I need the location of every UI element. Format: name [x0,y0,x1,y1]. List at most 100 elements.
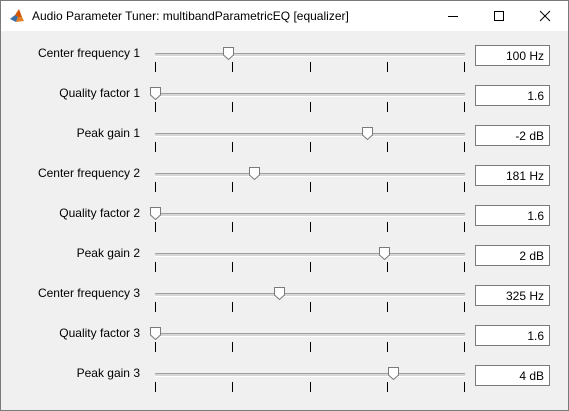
slider-thumb[interactable] [223,47,234,61]
slider-tick [464,222,465,232]
parameter-value-field[interactable]: 4 dB [475,365,550,386]
parameter-value-field[interactable]: -2 dB [475,125,550,146]
title-bar[interactable]: Audio Parameter Tuner: multibandParametr… [1,1,568,31]
slider-tick [387,342,388,352]
slider-thumb[interactable] [379,247,390,261]
slider-tick [232,302,233,312]
slider-tick [232,102,233,112]
slider-tick [464,342,465,352]
slider-tick [464,382,465,392]
slider-tick [310,382,311,392]
parameter-row: Center frequency 2 181 Hz [1,156,568,196]
maximize-button[interactable] [476,1,522,31]
parameter-row: Quality factor 3 1.6 [1,316,568,356]
parameter-label: Center frequency 3 [37,286,140,300]
slider-tick [464,142,465,152]
parameter-label: Peak gain 1 [76,126,140,140]
slider-tick [232,182,233,192]
slider-tick [387,182,388,192]
slider-tick [155,262,156,272]
parameter-label: Center frequency 1 [37,46,140,60]
slider-track[interactable] [155,373,465,377]
minimize-button[interactable] [430,1,476,31]
maximize-icon [493,10,505,22]
slider-tick [464,102,465,112]
parameter-label: Quality factor 2 [59,206,140,220]
parameter-label: Quality factor 3 [59,326,140,340]
parameter-row: Peak gain 3 4 dB [1,356,568,396]
parameter-panel: Center frequency 1 100 Hz Quality factor 1… [1,31,568,410]
parameter-value-field[interactable]: 1.6 [475,85,550,106]
close-icon [539,10,551,22]
parameter-value-field[interactable]: 1.6 [475,325,550,346]
parameter-label: Peak gain 3 [76,366,140,380]
slider-track[interactable] [155,173,465,177]
parameter-value-field[interactable]: 100 Hz [475,45,550,66]
parameter-row: Center frequency 1 100 Hz [1,36,568,76]
slider-track[interactable] [155,133,465,137]
slider-tick [464,302,465,312]
slider-tick [232,382,233,392]
parameter-label: Peak gain 2 [76,246,140,260]
slider-tick [310,262,311,272]
slider-tick [464,62,465,72]
parameter-value-field[interactable]: 2 dB [475,245,550,266]
slider-tick [155,342,156,352]
slider-tick [310,62,311,72]
slider-tick [387,262,388,272]
parameter-slider[interactable] [155,362,465,392]
slider-tick [310,182,311,192]
slider-tick [232,342,233,352]
slider-tick [310,302,311,312]
parameter-label: Center frequency 2 [37,166,140,180]
parameter-value-field[interactable]: 181 Hz [475,165,550,186]
parameter-slider[interactable] [155,122,465,152]
slider-track[interactable] [155,293,465,297]
slider-thumb[interactable] [150,87,161,101]
parameter-row: Peak gain 2 2 dB [1,236,568,276]
parameter-slider[interactable] [150,322,465,352]
parameter-slider[interactable] [150,202,465,232]
slider-thumb[interactable] [150,207,161,221]
parameter-slider[interactable] [150,82,465,112]
slider-track[interactable] [155,93,465,97]
slider-thumb[interactable] [274,287,285,301]
slider-tick [155,382,156,392]
slider-tick [155,222,156,232]
slider-tick [155,182,156,192]
slider-thumb[interactable] [362,127,373,141]
parameter-row: Center frequency 3 325 Hz [1,276,568,316]
app-window: Audio Parameter Tuner: multibandParametr… [0,0,569,411]
slider-tick [232,222,233,232]
slider-track[interactable] [155,253,465,257]
parameter-value-field[interactable]: 325 Hz [475,285,550,306]
slider-tick [387,142,388,152]
parameter-row: Quality factor 2 1.6 [1,196,568,236]
parameter-row: Peak gain 1 -2 dB [1,116,568,156]
slider-tick [155,62,156,72]
close-button[interactable] [522,1,568,31]
parameter-label: Quality factor 1 [59,86,140,100]
slider-tick [155,142,156,152]
parameter-value-field[interactable]: 1.6 [475,205,550,226]
slider-tick [232,62,233,72]
parameter-slider[interactable] [155,242,465,272]
slider-track[interactable] [155,53,465,57]
slider-track[interactable] [155,213,465,217]
slider-thumb[interactable] [249,167,260,181]
slider-tick [155,302,156,312]
slider-tick [464,182,465,192]
slider-tick [232,262,233,272]
slider-track[interactable] [155,333,465,337]
slider-tick [387,102,388,112]
slider-thumb[interactable] [388,367,399,381]
slider-tick [387,302,388,312]
slider-thumb[interactable] [150,327,161,341]
slider-tick [387,222,388,232]
slider-tick [310,142,311,152]
minimize-icon [447,10,459,22]
parameter-slider[interactable] [155,162,465,192]
slider-tick [464,262,465,272]
parameter-slider[interactable] [155,42,465,72]
parameter-slider[interactable] [155,282,465,312]
